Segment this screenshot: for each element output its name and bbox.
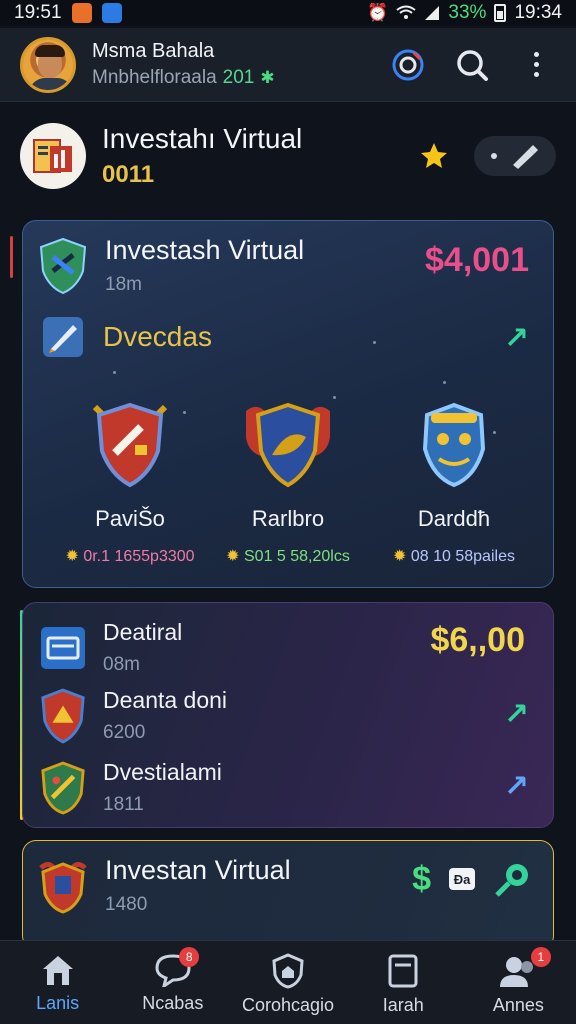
mask-icon (422, 402, 486, 488)
trend-up-icon: ↗ (503, 770, 529, 803)
notification-badge: 1 (530, 947, 551, 967)
pen-icon (513, 145, 538, 169)
signal-icon (425, 6, 440, 20)
card-amount: $6,,00 (430, 621, 525, 659)
card-amount: $4,001 (425, 241, 529, 279)
investment-card[interactable]: Investan Virtual 1480 $ Đa (22, 840, 554, 950)
portfolio-card[interactable]: Investash Virtual 18m $4,001 Dvecdas ↗ P… (22, 220, 554, 588)
list-subtitle: 6200 (103, 722, 146, 743)
account-title: Investahı Virtual (102, 123, 303, 154)
list-title: Deatiral (103, 619, 183, 645)
wifi-icon (396, 5, 417, 19)
badge-item[interactable]: Rarlbro ✹ S01 5 58,20lcs (203, 397, 373, 566)
user-info: Msma Bahala Mnbhelfloraala 201 ✱ (92, 40, 275, 89)
user-sub-text: Mnbhelfloraala (92, 67, 217, 88)
card-icon (41, 626, 85, 669)
shield-home-icon (272, 953, 304, 989)
alarm-icon: ⏰ (367, 3, 389, 22)
notification-badge: 8 (179, 947, 200, 967)
avatar[interactable] (20, 36, 76, 93)
document-icon (388, 954, 418, 988)
trend-up-icon: ↗ (503, 322, 529, 355)
target-icon (392, 49, 424, 80)
user-subtitle: Mnbhelfloraala 201 ✱ (92, 67, 275, 89)
account-code: 0011 (102, 161, 155, 188)
nav-label: Iarah (382, 995, 424, 1015)
search-icon (457, 49, 488, 81)
nav-item-home[interactable]: Lanis (0, 941, 115, 1024)
home-icon (42, 956, 73, 985)
battery-icon (494, 4, 507, 22)
chip-badge[interactable]: Đa (449, 868, 475, 890)
card-title: Investan Virtual (105, 855, 291, 885)
list-subtitle: 1811 (103, 794, 144, 815)
badge-name: Rarlbro (251, 506, 325, 531)
list-item[interactable]: Dvestialami 1811 (39, 759, 222, 816)
nav-label: Annes (492, 995, 544, 1015)
card-subtitle: 18m (105, 274, 142, 295)
trend-up-icon: ↗ (503, 698, 529, 731)
user-name: Msma Bahala (92, 40, 215, 62)
nav-item-protect[interactable]: Corohcagio (230, 941, 345, 1024)
star-icon[interactable] (418, 140, 450, 172)
dollar-icon: $ (412, 859, 431, 898)
card-title: Investash Virtual (105, 235, 305, 265)
badge-stat: ✹ 0r.1 1655p3300 (65, 548, 195, 565)
nav-item-people[interactable]: 1 Annes (461, 941, 576, 1024)
badge-name: Darddħ (417, 506, 491, 531)
document-chart-icon (33, 139, 72, 173)
nav-item-docs[interactable]: Iarah (346, 941, 461, 1024)
nav-item-chat[interactable]: 8 Ncabas (115, 941, 230, 1024)
list-title: Deanta doni (103, 687, 228, 713)
list-title: Dvestialami (103, 759, 222, 785)
section-header: Dvecdas (41, 315, 212, 359)
card-header: Investan Virtual 1480 (35, 855, 291, 916)
badge-item[interactable]: PaviŠo ✹ 0r.1 1655p3300 (45, 397, 215, 566)
edit-pill-button[interactable] (474, 136, 556, 176)
shield-icon (39, 237, 87, 294)
badge-stat: ✹ S01 5 58,20lcs (226, 548, 350, 565)
kebab-icon (526, 52, 546, 77)
user-sub-number: 201 (222, 67, 255, 88)
castle-icon (39, 861, 87, 914)
gear-icon: ✱ (260, 68, 275, 87)
badge-item[interactable]: Darddħ ✹ 08 10 58pailes (369, 397, 539, 566)
badge-name: PaviŠo (95, 506, 165, 531)
app-notification-icon (71, 3, 92, 23)
badge-stat: ✹ 08 10 58pailes (393, 548, 515, 565)
card-subtitle: 1480 (105, 894, 148, 915)
bottom-nav: Lanis 8 Ncabas Corohcagio Iarah 1 Annes (0, 940, 576, 1024)
status-time-right: 19:34 (514, 2, 562, 23)
target-button[interactable] (388, 45, 428, 85)
top-bar: Msma Bahala Mnbhelfloraala 201 ✱ (0, 28, 576, 102)
status-bar: 19:51 ⏰ 33% 19:34 (0, 0, 576, 26)
status-time-left: 19:51 (14, 2, 62, 23)
account-header: Investahı Virtual 0011 (20, 120, 556, 192)
holdings-card[interactable]: Deatiral 08m $6,,00 Deanta doni 6200 ↗ D… (22, 602, 554, 828)
crest-icon (41, 688, 85, 744)
list-subtitle: 08m (103, 654, 140, 675)
section-accent (10, 236, 13, 278)
nav-label: Lanis (36, 993, 80, 1013)
nav-label: Ncabas (142, 993, 204, 1013)
emblem-icon (41, 760, 85, 814)
account-logo (20, 123, 86, 189)
battery-percent: 33% (448, 2, 487, 23)
card-actions: $ Đa (412, 859, 533, 899)
app-notification-icon (101, 3, 122, 23)
section-title: Dvecdas (103, 321, 212, 352)
list-item[interactable]: Deatiral 08m (39, 619, 182, 676)
list-item[interactable]: Deanta doni 6200 (39, 687, 227, 744)
rocket-icon (43, 317, 83, 357)
card-header: Investash Virtual 18m (37, 235, 304, 296)
more-menu-button[interactable] (516, 45, 556, 85)
red-shield-icon (92, 402, 168, 488)
pin-icon[interactable] (493, 859, 533, 899)
nav-label: Corohcagio (241, 995, 335, 1015)
blue-shield-icon (246, 402, 330, 488)
search-button[interactable] (452, 45, 492, 85)
